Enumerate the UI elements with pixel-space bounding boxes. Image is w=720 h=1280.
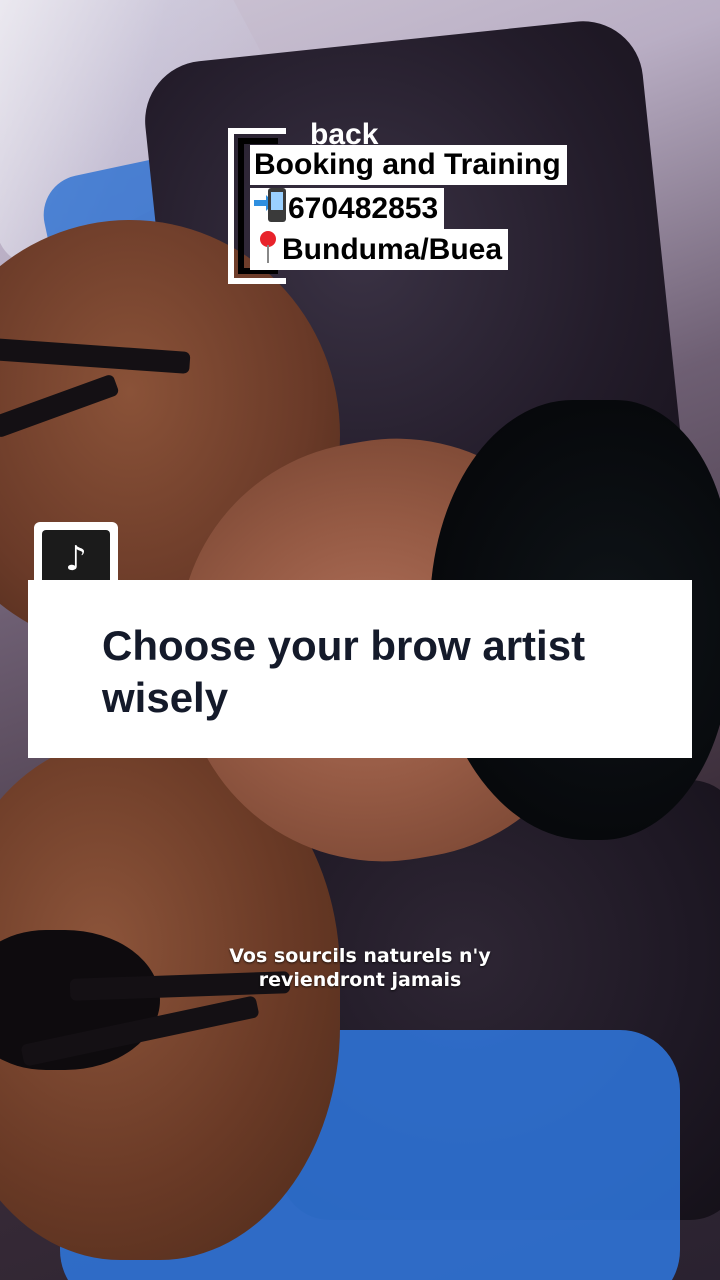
booking-location-line: Bunduma/Buea (250, 229, 509, 270)
caption-card: Choose your brow artist wisely (28, 580, 692, 758)
mobile-phone-arrow-icon (254, 188, 288, 224)
booking-phone-line: 670482853 (250, 188, 445, 229)
phone-number: 670482853 (288, 192, 439, 225)
location-text: Bunduma/Buea (282, 233, 503, 266)
subtitle-line: reviendront jamais (258, 969, 462, 991)
tiktok-logo-icon: ♪ (65, 539, 87, 579)
back-label: back (310, 118, 379, 151)
subtitle-line: Vos sourcils naturels n'y (229, 945, 491, 967)
video-frame[interactable]: Booking and Training 670482853 Bunduma/B… (0, 0, 720, 1280)
round-pushpin-icon (254, 229, 282, 265)
booking-title: Booking and Training (250, 145, 567, 185)
caption-text: Choose your brow artist wisely (102, 622, 586, 721)
subtitle: Vos sourcils naturels n'y reviendront ja… (180, 944, 540, 992)
